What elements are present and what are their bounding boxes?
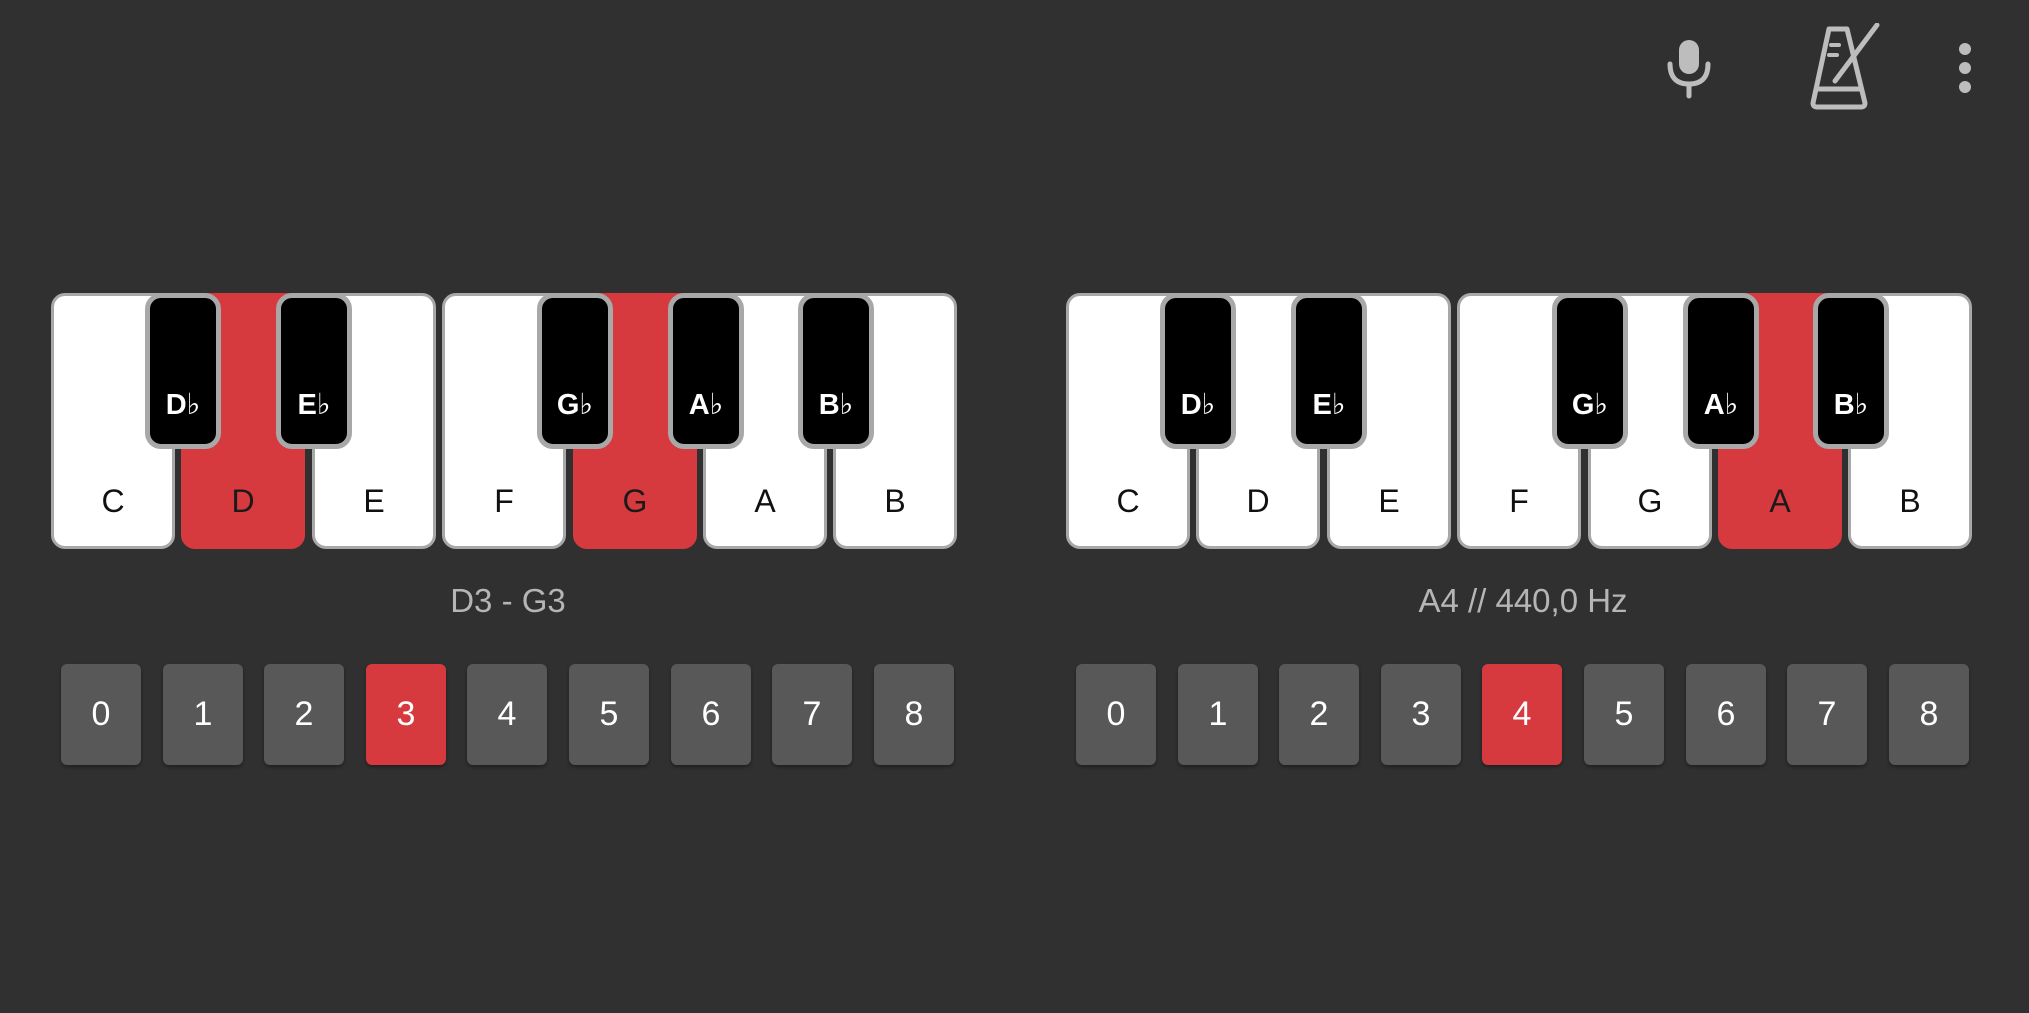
white-key-label: C [1116,483,1140,519]
black-key-e-flat[interactable]: E♭ [1291,293,1367,449]
white-key-label: D [231,483,255,519]
octave-button-7[interactable]: 7 [772,664,852,765]
more-options-button[interactable] [1940,22,1990,114]
white-key-label: G [1637,483,1663,519]
octave-button-0[interactable]: 0 [61,664,141,765]
octave-button-5[interactable]: 5 [1584,664,1664,765]
more-vert-icon [1955,42,1975,94]
microphone-button[interactable] [1648,22,1730,114]
microphone-icon [1663,36,1715,100]
octave-button-8[interactable]: 8 [874,664,954,765]
white-key-label: B [1899,483,1921,519]
black-key-label: G♭ [1571,389,1609,421]
white-key-label: A [754,483,776,519]
range-octave-selector: 012345678 [61,664,957,765]
black-key-label: D♭ [1180,389,1216,421]
black-key-b-flat[interactable]: B♭ [798,293,874,449]
white-key-label: D [1246,483,1270,519]
black-key-label: E♭ [297,389,331,421]
octave-button-4[interactable]: 4 [1482,664,1562,765]
white-key-label: C [101,483,125,519]
octave-button-2[interactable]: 2 [1279,664,1359,765]
metronome-button[interactable] [1796,22,1886,114]
black-key-a-flat[interactable]: A♭ [668,293,744,449]
octave-button-1[interactable]: 1 [163,664,243,765]
reference-note-label: A4 // 440,0 Hz [1418,582,1628,619]
octave-button-3[interactable]: 3 [1381,664,1461,765]
octave-button-1[interactable]: 1 [1178,664,1258,765]
black-key-label: A♭ [1703,389,1739,421]
white-key-label: E [1378,483,1400,519]
black-key-e-flat[interactable]: E♭ [276,293,352,449]
white-key-label: B [884,483,906,519]
white-key-label: F [494,483,514,519]
white-key-label: G [622,483,648,519]
tuner-screen: C D E F G A B D♭ E♭ G♭ A♭ B♭ D3 - G3 012345678 CDEF… [0,0,2029,1013]
note-range-label: D3 - G3 [450,582,566,619]
white-key-label: E [363,483,385,519]
black-key-label: A♭ [688,389,724,421]
octave-button-0[interactable]: 0 [1076,664,1156,765]
reference-keyboard: C D E F G A B D♭ E♭ G♭ A♭ B♭ [1066,293,1980,555]
black-key-g-flat[interactable]: G♭ [1552,293,1628,449]
octave-button-3[interactable]: 3 [366,664,446,765]
octave-button-6[interactable]: 6 [671,664,751,765]
octave-button-8[interactable]: 8 [1889,664,1969,765]
reference-octave-selector: 012345678 [1076,664,1972,765]
octave-button-7[interactable]: 7 [1787,664,1867,765]
octave-button-2[interactable]: 2 [264,664,344,765]
black-key-label: G♭ [556,389,594,421]
black-key-a-flat[interactable]: A♭ [1683,293,1759,449]
metronome-icon [1801,23,1881,113]
black-key-d-flat[interactable]: D♭ [145,293,221,449]
black-key-label: D♭ [165,389,201,421]
range-keyboard: C D E F G A B D♭ E♭ G♭ A♭ B♭ [51,293,965,555]
white-key-label: A [1769,483,1791,519]
black-key-label: E♭ [1312,389,1346,421]
black-key-label: B♭ [1833,389,1869,421]
black-key-g-flat[interactable]: G♭ [537,293,613,449]
white-key-label: F [1509,483,1529,519]
black-key-d-flat[interactable]: D♭ [1160,293,1236,449]
octave-button-5[interactable]: 5 [569,664,649,765]
octave-button-6[interactable]: 6 [1686,664,1766,765]
black-key-b-flat[interactable]: B♭ [1813,293,1889,449]
black-key-label: B♭ [818,389,854,421]
octave-button-4[interactable]: 4 [467,664,547,765]
